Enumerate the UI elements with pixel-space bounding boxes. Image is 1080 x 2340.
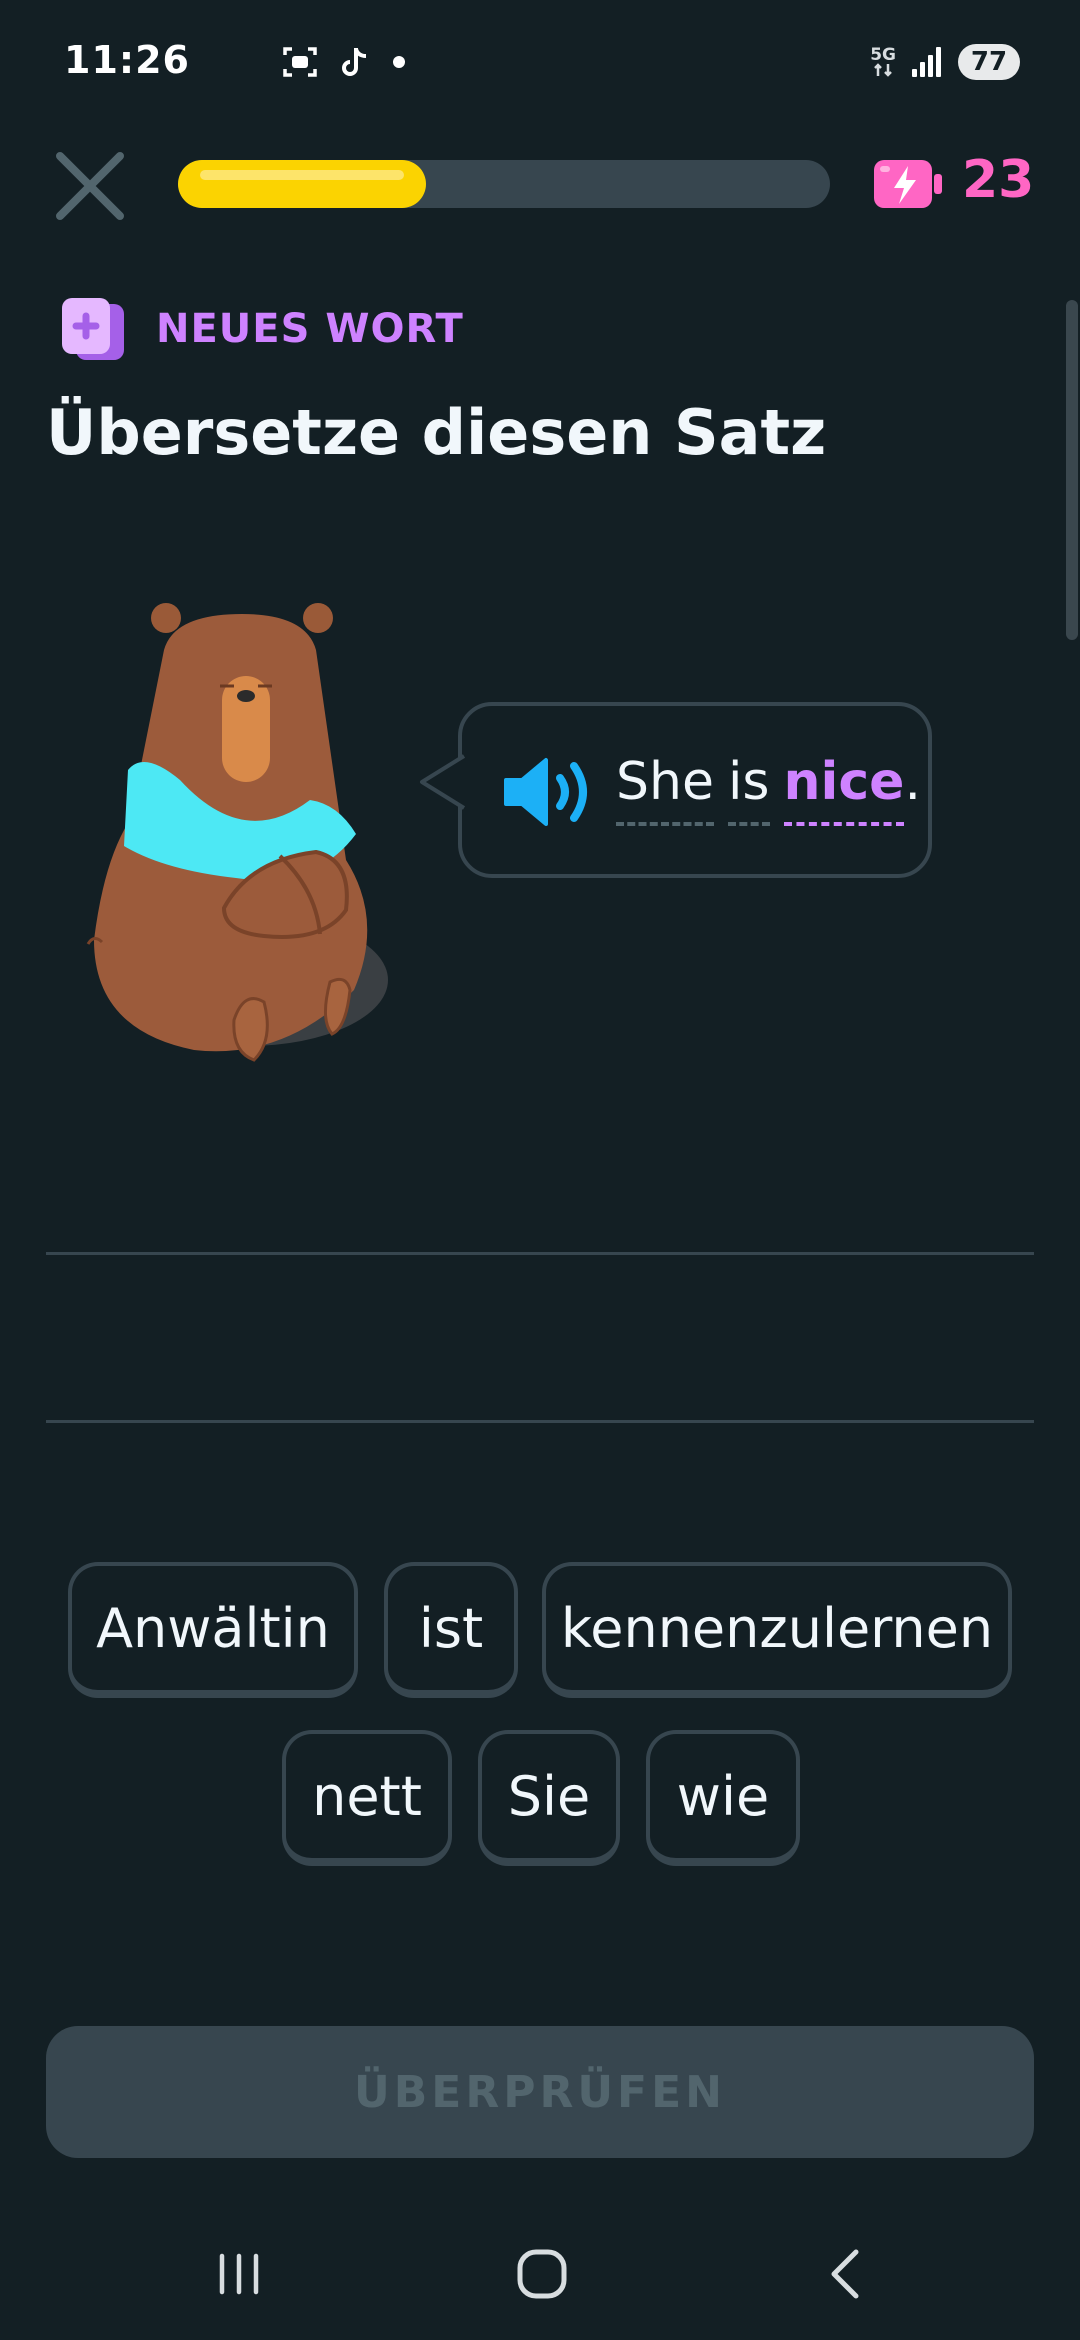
screen-record-icon — [283, 47, 317, 77]
prompt-word-group: nice. — [783, 752, 921, 826]
word-chip-nett[interactable]: nett — [282, 1730, 452, 1866]
energy-battery-icon[interactable] — [872, 156, 944, 212]
speech-bubble-tail — [420, 754, 468, 810]
word-chip-wie[interactable]: wie — [646, 1730, 800, 1866]
recent-apps-icon[interactable] — [214, 2244, 264, 2304]
status-time: 11:26 — [64, 38, 190, 82]
status-left-icons — [282, 40, 406, 84]
word-chip-sie[interactable]: Sie — [478, 1730, 620, 1866]
home-icon[interactable] — [512, 2244, 572, 2304]
prompt-word[interactable]: She — [616, 752, 714, 826]
network-5g-icon: 5G — [870, 47, 896, 77]
status-right-icons: 5G 77 — [870, 38, 1020, 86]
progress-bar — [178, 160, 830, 208]
notification-dot-icon — [393, 56, 405, 68]
answer-line[interactable] — [46, 1252, 1034, 1255]
word-chip-ist[interactable]: ist — [384, 1562, 518, 1698]
energy-count: 23 — [962, 150, 1035, 210]
word-chip-anwaltin[interactable]: Anwältin — [68, 1562, 358, 1698]
page-title: Übersetze diesen Satz — [46, 396, 827, 469]
prompt-new-word[interactable]: nice — [783, 752, 905, 826]
word-chip-kennenzulernen[interactable]: kennenzulernen — [542, 1562, 1012, 1698]
bear-character — [86, 603, 388, 1062]
progress-shine — [200, 170, 404, 180]
sentence-period: . — [904, 752, 921, 812]
answer-line[interactable] — [46, 1420, 1034, 1423]
prompt-word[interactable]: is — [727, 752, 770, 826]
new-word-icon — [62, 298, 124, 360]
back-icon[interactable] — [820, 2244, 870, 2304]
new-word-label: NEUES WORT — [156, 306, 464, 352]
check-button[interactable]: ÜBERPRÜFEN — [46, 2026, 1034, 2158]
speaker-icon[interactable] — [500, 754, 596, 830]
close-icon[interactable] — [52, 148, 128, 224]
prompt-sentence: She is nice. — [616, 752, 921, 826]
signal-icon — [912, 47, 941, 77]
tiktok-icon — [342, 48, 367, 76]
scrollbar[interactable] — [1066, 300, 1078, 640]
battery-icon: 77 — [958, 44, 1020, 80]
progress-fill — [178, 160, 426, 208]
